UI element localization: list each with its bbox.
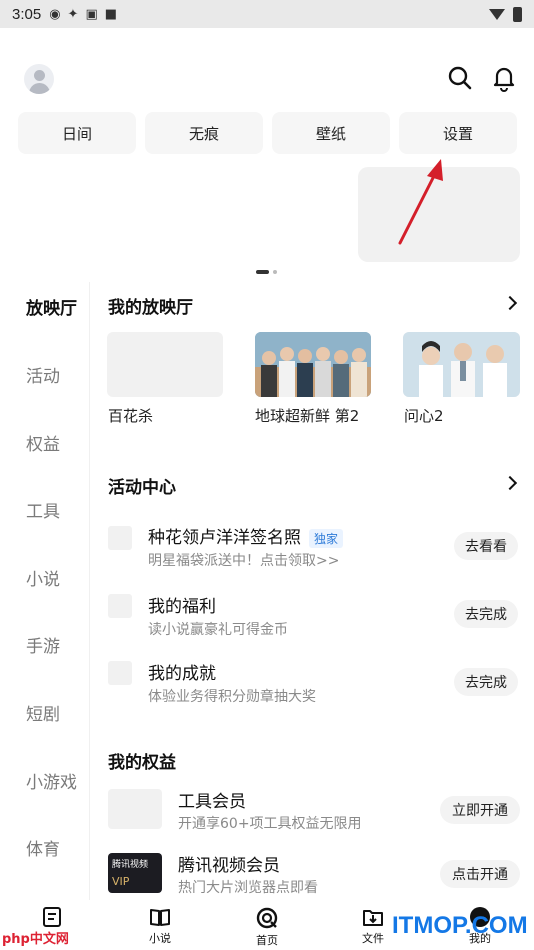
watermark-left: php中文网 [2,932,69,947]
activity-item-title[interactable]: 种花领卢洋洋签名照 独家 [148,523,344,548]
activity-icon [108,526,132,550]
status-bar: 3:05 ◉ ✦ ▣ ■ [0,0,534,28]
theater-thumb[interactable] [255,332,371,397]
banner-pagination [256,270,277,274]
folder-download-icon [363,910,383,926]
perk-item-subtitle: 开通享60+项工具权益无限用 [178,816,362,832]
nav-item-home[interactable]: 首页 [237,906,297,948]
logo-text: 腾讯视频 [112,860,149,870]
document-icon [43,907,61,927]
side-item-tools[interactable]: 工具 [26,497,60,522]
wifi-icon [489,8,505,20]
banner-card[interactable] [358,167,520,262]
activity-item-subtitle: 读小说赢豪礼可得金币 [148,622,288,638]
nav-label: 小说 [149,932,171,945]
quick-tools: 日间 无痕 壁纸 设置 [0,112,534,154]
text-icon: ▣ [85,6,98,22]
activity-action-button[interactable]: 去完成 [454,668,518,696]
side-item-novel[interactable]: 小说 [26,565,60,590]
tool-settings[interactable]: 设置 [399,112,517,154]
app-icon: ✦ [67,6,79,22]
tencent-video-logo: 腾讯视频 VIP [108,853,162,893]
activity-title-text: 种花领卢洋洋签名照 [148,528,301,548]
activity-item-title[interactable]: 我的成就 [148,659,216,684]
activity-icon [108,594,132,618]
side-item-theater[interactable]: 放映厅 [26,294,77,319]
tool-wallpaper[interactable]: 壁纸 [272,112,390,154]
weibo-icon: ◉ [49,6,61,22]
theater-caption: 问心2 [404,407,444,425]
square-icon: ■ [104,6,118,22]
perk-action-button[interactable]: 点击开通 [440,860,520,888]
search-icon[interactable] [446,64,474,92]
activity-action-button[interactable]: 去完成 [454,600,518,628]
side-nav: 放映厅 活动 权益 工具 小说 手游 短剧 小游戏 体育 [0,282,90,902]
side-item-short-drama[interactable]: 短剧 [26,700,60,725]
activity-item-subtitle: 明星福袋派送中！点击领取>> [148,553,340,569]
tool-incognito[interactable]: 无痕 [145,112,263,154]
book-icon [150,909,170,926]
side-item-activity[interactable]: 活动 [26,362,60,387]
perk-item-title[interactable]: 工具会员 [178,787,246,812]
tool-day-mode[interactable]: 日间 [18,112,136,154]
side-item-mini-games[interactable]: 小游戏 [26,768,77,793]
theater-thumb[interactable] [403,332,520,397]
nav-item-feed[interactable] [22,906,82,928]
activity-action-button[interactable]: 去看看 [454,532,518,560]
perk-item-title[interactable]: 腾讯视频会员 [178,851,280,876]
side-item-sports[interactable]: 体育 [26,835,60,860]
theater-caption: 百花杀 [108,407,154,425]
activity-title: 活动中心 [108,478,176,498]
watermark-right: ITMOP.COM [392,912,528,939]
bell-icon[interactable] [490,64,518,92]
activity-more-icon[interactable] [502,475,518,491]
theater-title: 我的放映厅 [108,298,193,318]
exclusive-badge: 独家 [309,528,344,548]
perks-title: 我的权益 [108,753,176,773]
tool-member-image [108,789,162,829]
avatar[interactable] [24,64,54,94]
nav-label: 首页 [256,934,278,947]
side-item-perks[interactable]: 权益 [26,430,60,455]
logo-vip: VIP [112,875,130,888]
activity-item-subtitle: 体验业务得积分勋章抽大奖 [148,689,316,705]
activity-icon [108,661,132,685]
theater-caption: 地球超新鲜 第2 [255,407,360,425]
theater-more-icon[interactable] [502,295,518,311]
side-item-mobile-games[interactable]: 手游 [26,632,60,657]
activity-item-title[interactable]: 我的福利 [148,592,216,617]
theater-thumb[interactable] [107,332,223,397]
perk-item-subtitle: 热门大片浏览器点即看 [178,880,318,896]
home-q-icon [256,907,278,929]
perk-action-button[interactable]: 立即开通 [440,796,520,824]
profile-header [0,56,534,100]
battery-icon [513,6,522,22]
nav-item-novel[interactable]: 小说 [130,906,190,946]
status-time: 3:05 [12,5,42,23]
